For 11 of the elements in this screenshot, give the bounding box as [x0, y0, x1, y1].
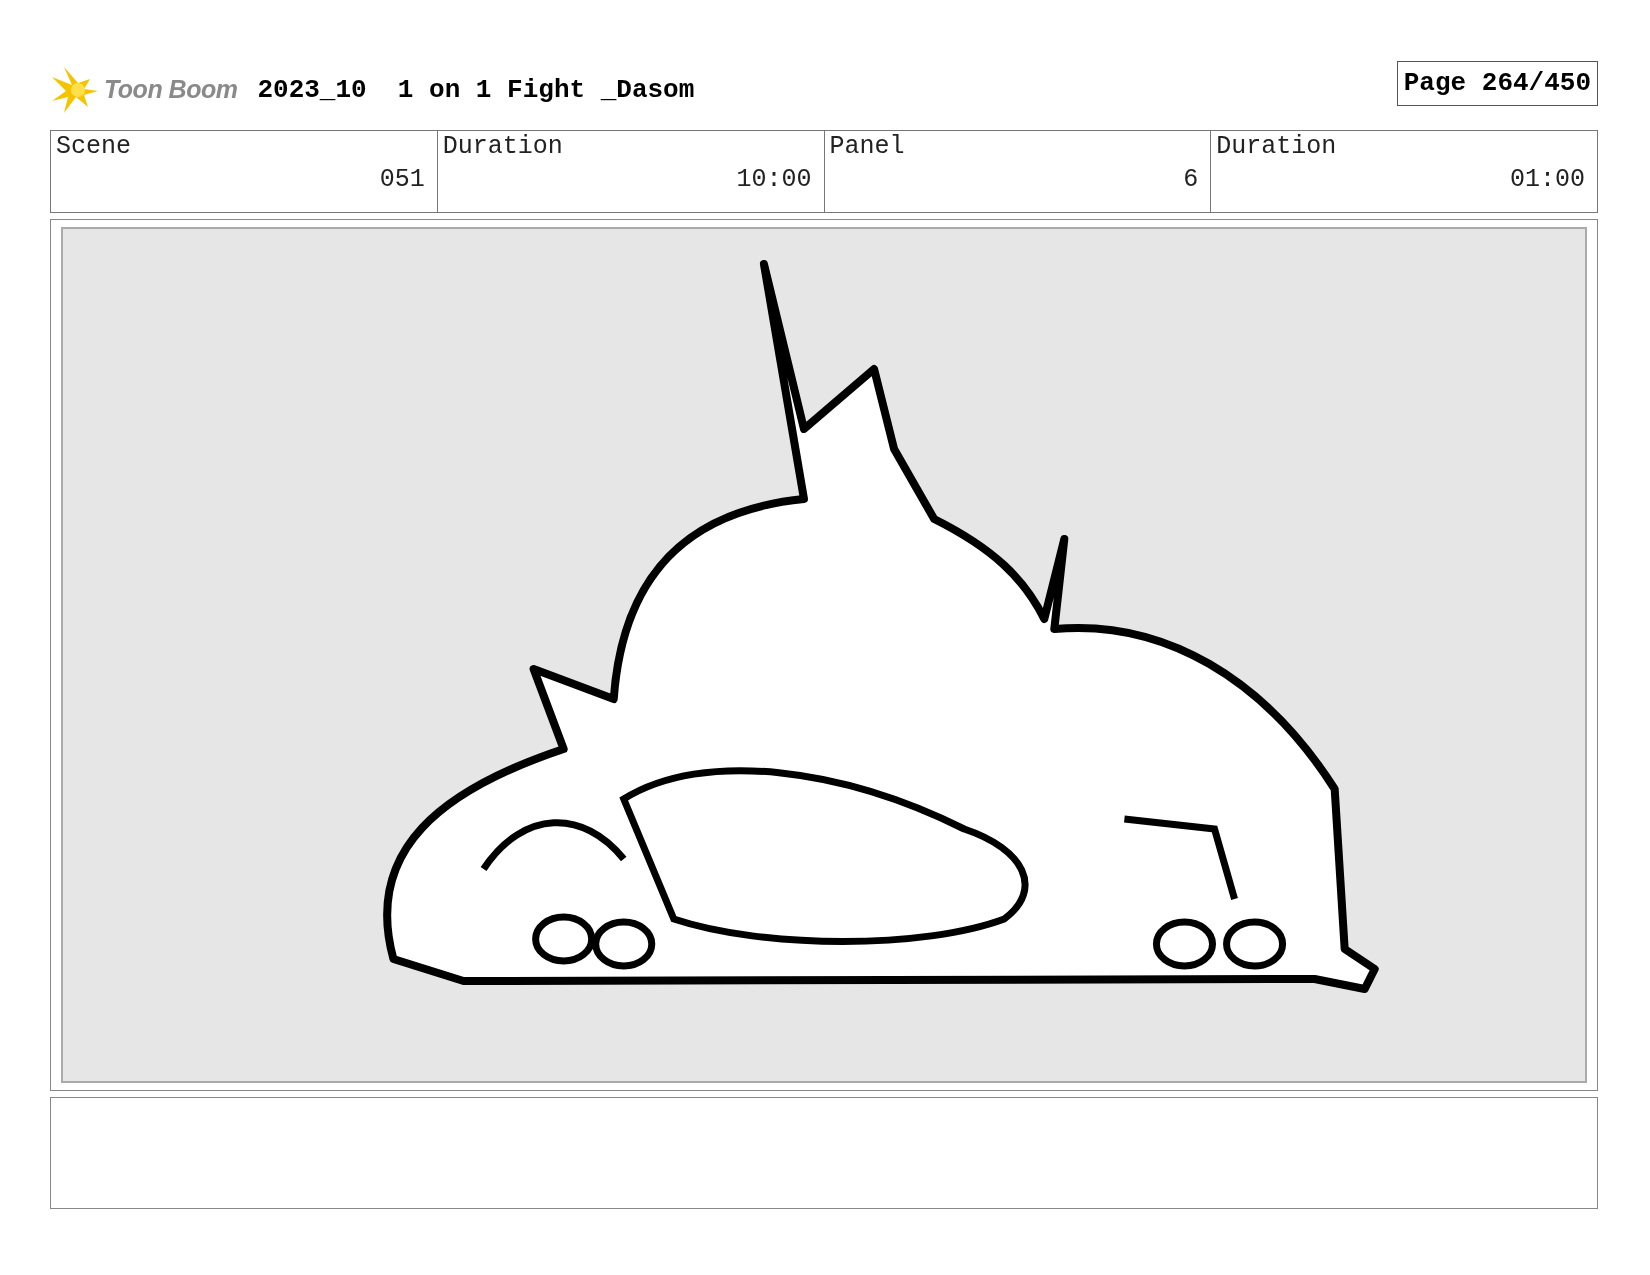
column-header: Duration	[1216, 131, 1338, 163]
document-title: 2023_10 1 on 1 Fight _Dasom	[257, 73, 695, 107]
table-cell: 10:00	[736, 163, 812, 196]
table-cell: 6	[1183, 163, 1199, 196]
column-header: Scene	[56, 131, 132, 163]
logo-text: Toon Boom	[104, 74, 238, 106]
table-cell: 051	[379, 163, 425, 196]
table-cell: 01:00	[1510, 163, 1585, 196]
column-header: Panel	[829, 131, 906, 163]
column-header: Duration	[442, 131, 564, 163]
page-number: Page 264/450	[1396, 60, 1598, 106]
